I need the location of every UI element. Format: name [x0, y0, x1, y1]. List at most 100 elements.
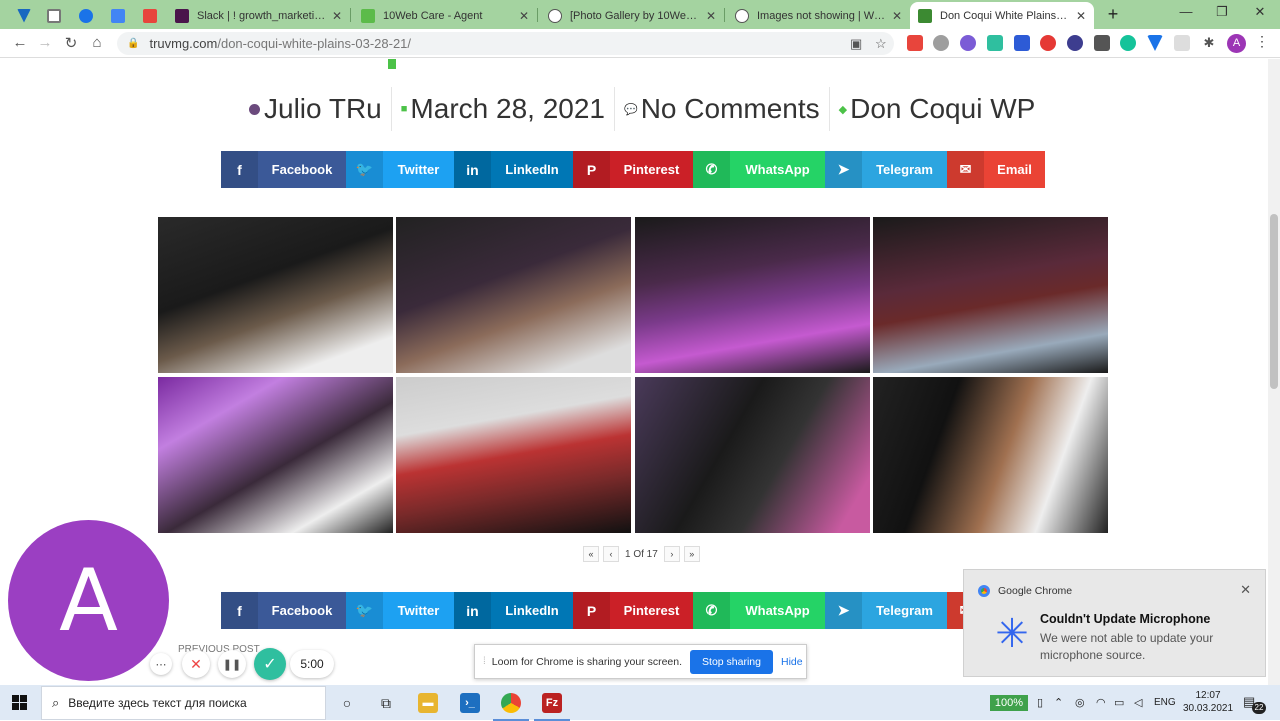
- window-close-button[interactable]: ✕: [1250, 4, 1270, 20]
- share-facebook-button[interactable]: f Facebook: [221, 151, 346, 188]
- post-comments[interactable]: 💬 No Comments: [615, 87, 830, 131]
- share-telegram-button[interactable]: ➤ Telegram: [825, 592, 947, 629]
- tab-pinned-1[interactable]: [8, 2, 40, 29]
- drag-handle-icon[interactable]: ⁞: [483, 656, 486, 667]
- chrome-menu-icon[interactable]: ⋮: [1255, 33, 1269, 50]
- share-linkedin-button[interactable]: in LinkedIn: [454, 592, 573, 629]
- url-host: truvmg.com: [149, 36, 218, 51]
- tab-pinned-5[interactable]: [134, 2, 166, 29]
- new-tab-button[interactable]: +: [1103, 4, 1123, 25]
- share-whatsapp-button[interactable]: ✆ WhatsApp: [693, 592, 825, 629]
- post-category[interactable]: ◆ Don Coqui WP: [830, 87, 1045, 131]
- gallery-photo[interactable]: [158, 217, 393, 373]
- close-icon[interactable]: ✕: [332, 9, 342, 23]
- last-page-button[interactable]: »: [683, 546, 700, 562]
- tab-photo-gallery[interactable]: [Photo Gallery by 10Web - Mo ✕: [540, 2, 724, 29]
- share-twitter-button[interactable]: 🐦 Twitter: [346, 151, 454, 188]
- cancel-recording-button[interactable]: ✕: [182, 650, 210, 678]
- taskbar-search[interactable]: ⌕ Введите здесь текст для поиска: [41, 686, 326, 720]
- gallery-photo[interactable]: [873, 217, 1108, 373]
- powershell-icon[interactable]: ›_: [460, 693, 480, 713]
- close-icon[interactable]: ✕: [706, 9, 716, 23]
- stop-sharing-button[interactable]: Stop sharing: [690, 649, 773, 674]
- tab-slack[interactable]: Slack | ! growth_marketing | 1 ✕: [167, 2, 350, 29]
- reload-button[interactable]: ↻: [61, 34, 81, 52]
- share-whatsapp-button[interactable]: ✆ WhatsApp: [693, 151, 825, 188]
- wifi-icon[interactable]: ◠: [1096, 696, 1106, 709]
- grammarly-icon[interactable]: [1120, 35, 1136, 51]
- gallery-photo[interactable]: [158, 377, 393, 533]
- address-bar[interactable]: 🔒 truvmg.com/don-coqui-white-plains-03-2…: [117, 32, 894, 55]
- tab-10web-care[interactable]: 10Web Care - Agent ✕: [353, 2, 537, 29]
- file-explorer-icon[interactable]: ▬: [418, 693, 438, 713]
- share-twitter-button[interactable]: 🐦 Twitter: [346, 592, 454, 629]
- chrome-notification[interactable]: Google Chrome ✕ ✳ Couldn't Update Microp…: [963, 569, 1266, 677]
- share-linkedin-button[interactable]: in LinkedIn: [454, 151, 573, 188]
- minimize-button[interactable]: —: [1176, 4, 1196, 19]
- post-author[interactable]: Julio TRu: [240, 87, 392, 131]
- post-date[interactable]: ■ March 28, 2021: [392, 87, 615, 131]
- extension-purple-icon[interactable]: [960, 35, 976, 51]
- gallery-photo[interactable]: [635, 217, 870, 373]
- language-indicator[interactable]: ENG: [1154, 697, 1176, 708]
- tab-don-coqui[interactable]: Don Coqui White Plains – 03-2 ✕: [910, 2, 1094, 29]
- cortana-icon[interactable]: ○: [337, 693, 357, 713]
- bookmark-star-icon[interactable]: ☆: [875, 36, 887, 52]
- extension-grey-icon[interactable]: [933, 35, 949, 51]
- gallery-photo[interactable]: [396, 217, 631, 373]
- tab-images-not-showing[interactable]: Images not showing | WordPre ✕: [727, 2, 910, 29]
- scrollbar-thumb[interactable]: [1270, 214, 1278, 389]
- tab-pinned-2[interactable]: [38, 2, 70, 29]
- camera-blocked-icon[interactable]: ▣: [850, 36, 862, 52]
- extension-teal-icon[interactable]: [987, 35, 1003, 51]
- loom-camera-bubble[interactable]: A: [8, 520, 169, 681]
- share-facebook-button[interactable]: f Facebook: [221, 592, 346, 629]
- battery-icon[interactable]: ▭: [1114, 696, 1124, 709]
- notification-title: Couldn't Update Microphone: [1040, 612, 1211, 626]
- task-view-icon[interactable]: ⧉: [376, 693, 396, 713]
- forward-button[interactable]: →: [35, 34, 55, 51]
- taskbar-clock[interactable]: 12:07 30.03.2021: [1183, 689, 1233, 715]
- extension-light-icon[interactable]: [1174, 35, 1190, 51]
- pause-recording-button[interactable]: ❚❚: [218, 650, 246, 678]
- close-icon[interactable]: ✕: [519, 9, 529, 23]
- tray-app-icon[interactable]: ◎: [1075, 696, 1085, 709]
- extension-shield-icon[interactable]: [1014, 35, 1030, 51]
- profile-avatar[interactable]: A: [1227, 34, 1246, 53]
- maximize-button[interactable]: ❐: [1212, 4, 1232, 20]
- share-pinterest-button[interactable]: P Pinterest: [573, 151, 693, 188]
- close-icon[interactable]: ✕: [892, 9, 902, 23]
- windows-start-icon[interactable]: [12, 695, 27, 710]
- gallery-photo[interactable]: [873, 377, 1108, 533]
- finish-recording-button[interactable]: ✓: [254, 648, 286, 680]
- gallery-photo[interactable]: [396, 377, 631, 533]
- gallery-photo[interactable]: [635, 377, 870, 533]
- close-icon[interactable]: ✕: [1240, 582, 1251, 598]
- page-scrollbar[interactable]: [1268, 59, 1280, 685]
- tab-pinned-4[interactable]: [102, 2, 134, 29]
- prev-page-button[interactable]: ‹: [603, 546, 619, 562]
- volume-icon[interactable]: ◁: [1134, 696, 1142, 709]
- first-page-button[interactable]: «: [583, 546, 599, 562]
- vuetify-ext-icon[interactable]: [1147, 35, 1163, 51]
- close-icon[interactable]: ✕: [1076, 9, 1086, 23]
- hide-button[interactable]: Hide: [781, 656, 803, 668]
- more-options-icon[interactable]: ⋯: [150, 653, 172, 675]
- back-button[interactable]: ←: [10, 34, 30, 51]
- next-page-button[interactable]: ›: [663, 546, 680, 562]
- extension-red-icon[interactable]: [907, 35, 923, 51]
- tray-chevron-icon[interactable]: ⌃: [1054, 696, 1063, 709]
- tab-pinned-3[interactable]: [70, 2, 102, 29]
- extension-k-icon[interactable]: [1067, 35, 1083, 51]
- filezilla-icon[interactable]: Fz: [534, 693, 570, 721]
- extension-dark-icon[interactable]: [1094, 35, 1110, 51]
- chrome-taskbar-icon[interactable]: [493, 693, 529, 721]
- puzzle-icon[interactable]: ✱: [1201, 35, 1217, 51]
- extension-adblock-icon[interactable]: [1040, 35, 1056, 51]
- home-button[interactable]: ⌂: [87, 34, 107, 51]
- share-pinterest-button[interactable]: P Pinterest: [573, 592, 693, 629]
- battery-indicator[interactable]: 100%: [990, 695, 1028, 711]
- share-email-button[interactable]: ✉ Email: [947, 151, 1045, 188]
- tray-item-icon[interactable]: ▯: [1037, 696, 1043, 709]
- share-telegram-button[interactable]: ➤ Telegram: [825, 151, 947, 188]
